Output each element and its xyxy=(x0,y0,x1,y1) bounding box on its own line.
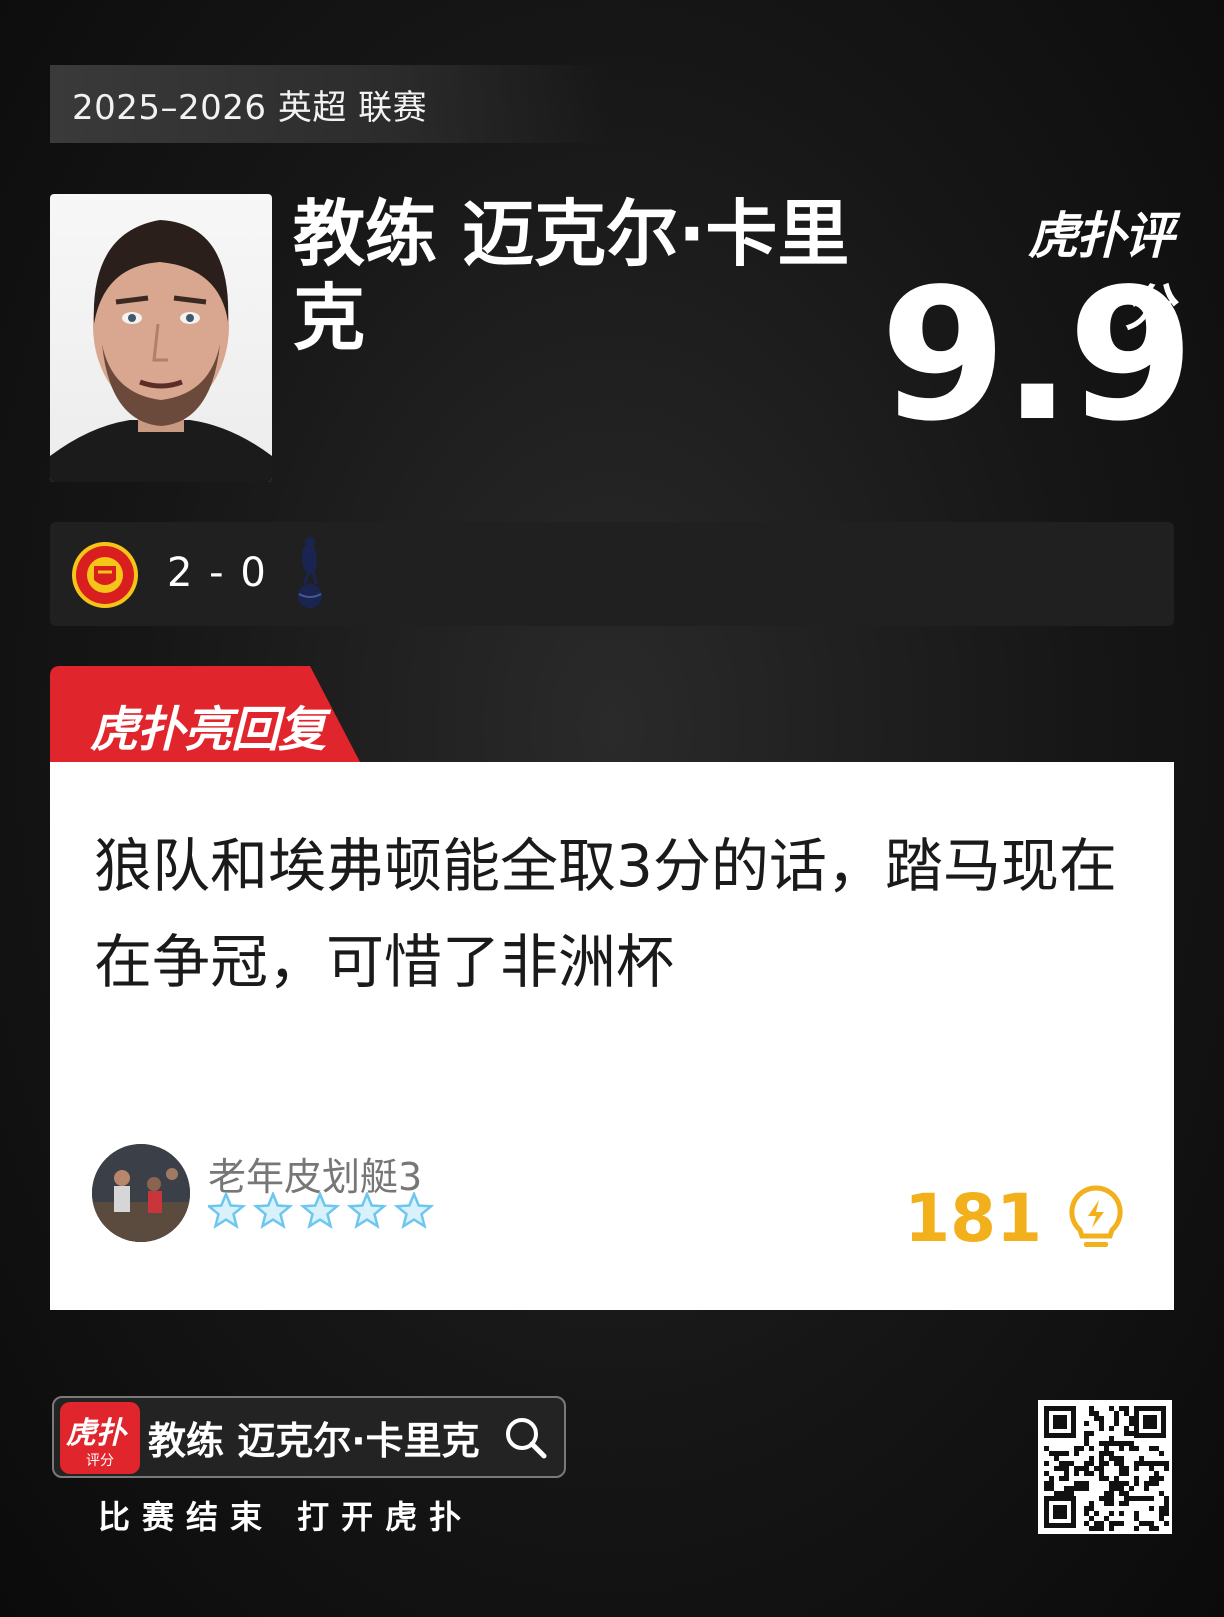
search-query-text: 教练 迈克尔·卡里克 xyxy=(148,1419,480,1463)
qr-code xyxy=(1038,1400,1172,1534)
reply-comment: 狼队和埃弗顿能全取3分的话，踏马现在在争冠，可惜了非洲杯 xyxy=(94,832,1117,996)
match-score: 2 - 0 xyxy=(167,550,268,596)
reply-card[interactable]: 狼队和埃弗顿能全取3分的话，踏马现在在争冠，可惜了非洲杯 老年皮划艇3 181 xyxy=(50,762,1174,1310)
manchester-united-crest-icon xyxy=(70,540,140,614)
user-avatar[interactable] xyxy=(92,1144,190,1242)
search-bar[interactable]: 虎扑 评分 教练 迈克尔·卡里克 xyxy=(52,1396,566,1478)
lightbulb-like-icon[interactable] xyxy=(1066,1184,1126,1258)
hupu-app-icon: 虎扑 评分 xyxy=(60,1402,140,1474)
user-rating-stars xyxy=(205,1190,440,1236)
star-icon xyxy=(299,1190,341,1230)
rating-score: 9.9 xyxy=(880,249,1194,461)
star-icon xyxy=(346,1190,388,1230)
like-count: 181 xyxy=(904,1180,1042,1257)
tottenham-crest-icon xyxy=(290,534,330,616)
star-icon xyxy=(252,1190,294,1230)
season-label: 2025–2026 英超 联赛 xyxy=(50,65,610,143)
reply-tab-label: 虎扑亮回复 xyxy=(90,702,326,758)
star-icon xyxy=(393,1190,435,1230)
match-result-bar[interactable]: 2 - 0 xyxy=(50,522,1174,626)
star-icon xyxy=(205,1190,247,1230)
footer-caption: 比赛结束 打开虎扑 xyxy=(98,1498,474,1536)
coach-name: 教练 迈克尔·卡里克 xyxy=(293,192,850,360)
search-icon[interactable] xyxy=(504,1416,548,1464)
coach-portrait xyxy=(50,194,272,482)
